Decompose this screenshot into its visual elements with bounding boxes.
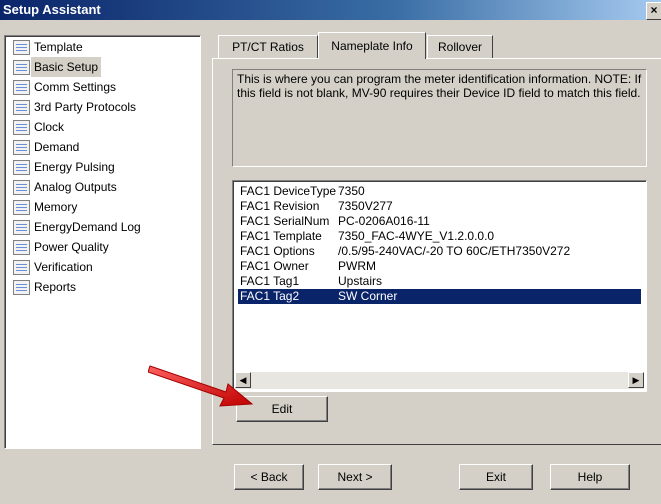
document-icon (13, 200, 30, 215)
exit-button[interactable]: Exit (459, 464, 533, 490)
document-icon (13, 40, 30, 55)
tab-rollover[interactable]: Rollover (427, 35, 493, 58)
help-button[interactable]: Help (550, 464, 630, 490)
document-icon (13, 80, 30, 95)
list-item[interactable]: FAC1 SerialNum PC-0206A016-11 (238, 214, 641, 229)
document-icon (13, 140, 30, 155)
list-item[interactable]: FAC1 Owner PWRM (238, 259, 641, 274)
scroll-right-icon[interactable]: ▶ (628, 372, 644, 388)
document-icon (13, 160, 30, 175)
document-icon (13, 100, 30, 115)
document-icon (13, 220, 30, 235)
window-title: Setup Assistant (3, 2, 101, 17)
document-icon (13, 180, 30, 195)
horizontal-scrollbar[interactable]: ◀ ▶ (235, 372, 644, 389)
list-item[interactable]: FAC1 Tag1 Upstairs (238, 274, 641, 289)
tab-nameplate-info[interactable]: Nameplate Info (318, 32, 426, 59)
list-item[interactable]: FAC1 Revision 7350V277 (238, 199, 641, 214)
red-arrow-annotation (148, 365, 254, 407)
list-item[interactable]: FAC1 Template 7350_FAC-4WYE_V1.2.0.0.0 (238, 229, 641, 244)
list-item-selected[interactable]: FAC1 Tag2 SW Corner (238, 289, 641, 304)
list-item[interactable]: FAC1 DeviceType 7350 (238, 184, 641, 199)
document-icon (13, 60, 30, 75)
document-icon (13, 260, 30, 275)
back-button[interactable]: < Back (234, 464, 304, 490)
nameplate-list[interactable]: FAC1 DeviceType 7350 FAC1 Revision 7350V27… (232, 180, 647, 392)
tab-pt-ct-ratios[interactable]: PT/CT Ratios (218, 35, 318, 58)
next-button[interactable]: Next > (318, 464, 392, 490)
document-icon (13, 280, 30, 295)
list-item[interactable]: FAC1 Options/0.5/95-240VAC/-20 TO 60C/ET… (238, 244, 641, 259)
close-icon[interactable]: × (646, 2, 661, 20)
info-description: This is where you can program the meter … (232, 69, 647, 167)
document-icon (13, 120, 30, 135)
title-bar: Setup Assistant × (0, 0, 661, 20)
document-icon (13, 240, 30, 255)
